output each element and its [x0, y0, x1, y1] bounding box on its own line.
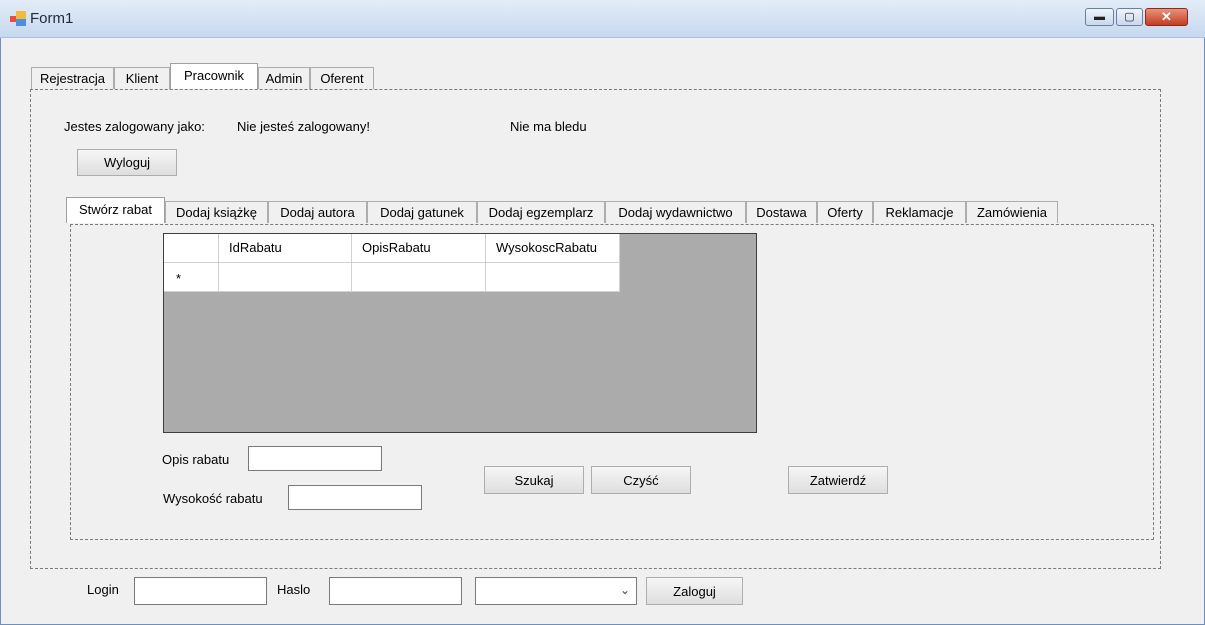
tab-label: Rejestracja: [39, 71, 106, 86]
tab-label: Oferent: [320, 71, 364, 86]
subtab-dodaj-wydawnictwo[interactable]: Dodaj wydawnictwo: [605, 201, 746, 223]
login-label: Login: [87, 582, 119, 597]
role-combobox[interactable]: ⌄: [475, 577, 637, 605]
subtab-zamowienia[interactable]: Zamówienia: [966, 201, 1058, 223]
subtab-dodaj-ksiazke[interactable]: Dodaj książkę: [165, 201, 268, 223]
clear-button[interactable]: Czyść: [591, 466, 691, 494]
tab-label: Reklamacje: [885, 205, 954, 220]
maximize-button[interactable]: ▢: [1116, 8, 1143, 26]
subtab-oferty[interactable]: Oferty: [817, 201, 873, 223]
logged-as-value: Nie jesteś zalogowany!: [237, 119, 370, 134]
tab-rejestracja[interactable]: Rejestracja: [31, 67, 114, 89]
login-button[interactable]: Zaloguj: [646, 577, 743, 605]
tab-label: Dodaj gatunek: [380, 205, 464, 220]
subtab-dodaj-autora[interactable]: Dodaj autora: [268, 201, 367, 223]
error-status-text: Nie ma bledu: [510, 119, 587, 134]
close-button[interactable]: ✕: [1145, 8, 1188, 26]
window-title: Form1: [30, 10, 74, 27]
subtab-stworz-rabat[interactable]: Stwórz rabat: [66, 197, 165, 223]
grid-column-header[interactable]: OpisRabatu: [352, 234, 486, 263]
opis-rabatu-input[interactable]: [248, 446, 382, 471]
confirm-button[interactable]: Zatwierdź: [788, 466, 888, 494]
subtab-dostawa[interactable]: Dostawa: [746, 201, 817, 223]
search-button[interactable]: Szukaj: [484, 466, 584, 494]
tab-label: Zamówienia: [976, 205, 1048, 220]
tab-admin[interactable]: Admin: [258, 67, 310, 89]
title-bar: [0, 0, 1205, 38]
tab-label: Dodaj wydawnictwo: [618, 205, 733, 220]
logged-as-label: Jestes zalogowany jako:: [64, 119, 205, 134]
tab-label: Dostawa: [756, 205, 807, 220]
tab-oferent[interactable]: Oferent: [310, 67, 374, 89]
password-input[interactable]: [329, 577, 462, 605]
minimize-icon: ▬: [1094, 11, 1105, 23]
logout-button[interactable]: Wyloguj: [77, 149, 177, 176]
wysokosc-rabatu-label: Wysokość rabatu: [163, 491, 263, 506]
maximize-icon: ▢: [1124, 11, 1135, 23]
tab-klient[interactable]: Klient: [114, 67, 170, 89]
tab-label: Dodaj autora: [280, 205, 355, 220]
tab-label: Dodaj egzemplarz: [488, 205, 594, 220]
minimize-button[interactable]: ▬: [1085, 8, 1114, 26]
tab-label: Stwórz rabat: [79, 202, 152, 217]
subtab-reklamacje[interactable]: Reklamacje: [873, 201, 966, 223]
tab-pracownik[interactable]: Pracownik: [170, 63, 258, 89]
grid-cell[interactable]: [219, 263, 352, 292]
tab-label: Oferty: [827, 205, 863, 220]
subtab-dodaj-gatunek[interactable]: Dodaj gatunek: [367, 201, 477, 223]
grid-cell[interactable]: [352, 263, 486, 292]
subtab-dodaj-egzemplarz[interactable]: Dodaj egzemplarz: [477, 201, 605, 223]
tab-label: Dodaj książkę: [176, 205, 257, 220]
tab-label: Admin: [265, 71, 303, 86]
grid-column-header[interactable]: WysokoscRabatu: [486, 234, 620, 263]
form-app-icon: [10, 11, 26, 26]
login-input[interactable]: [134, 577, 267, 605]
wysokosc-rabatu-input[interactable]: [288, 485, 422, 510]
rabat-data-grid[interactable]: IdRabatu OpisRabatu WysokoscRabatu *: [163, 233, 757, 433]
grid-new-row-marker[interactable]: *: [164, 263, 219, 292]
grid-corner-header: [164, 234, 219, 263]
tab-label: Pracownik: [184, 68, 244, 83]
opis-rabatu-label: Opis rabatu: [162, 452, 230, 467]
password-label: Haslo: [277, 582, 311, 597]
close-icon: ✕: [1161, 9, 1172, 24]
chevron-down-icon[interactable]: ⌄: [620, 583, 630, 597]
grid-column-header[interactable]: IdRabatu: [219, 234, 352, 263]
grid-cell[interactable]: [486, 263, 620, 292]
tab-label: Klient: [125, 71, 159, 86]
